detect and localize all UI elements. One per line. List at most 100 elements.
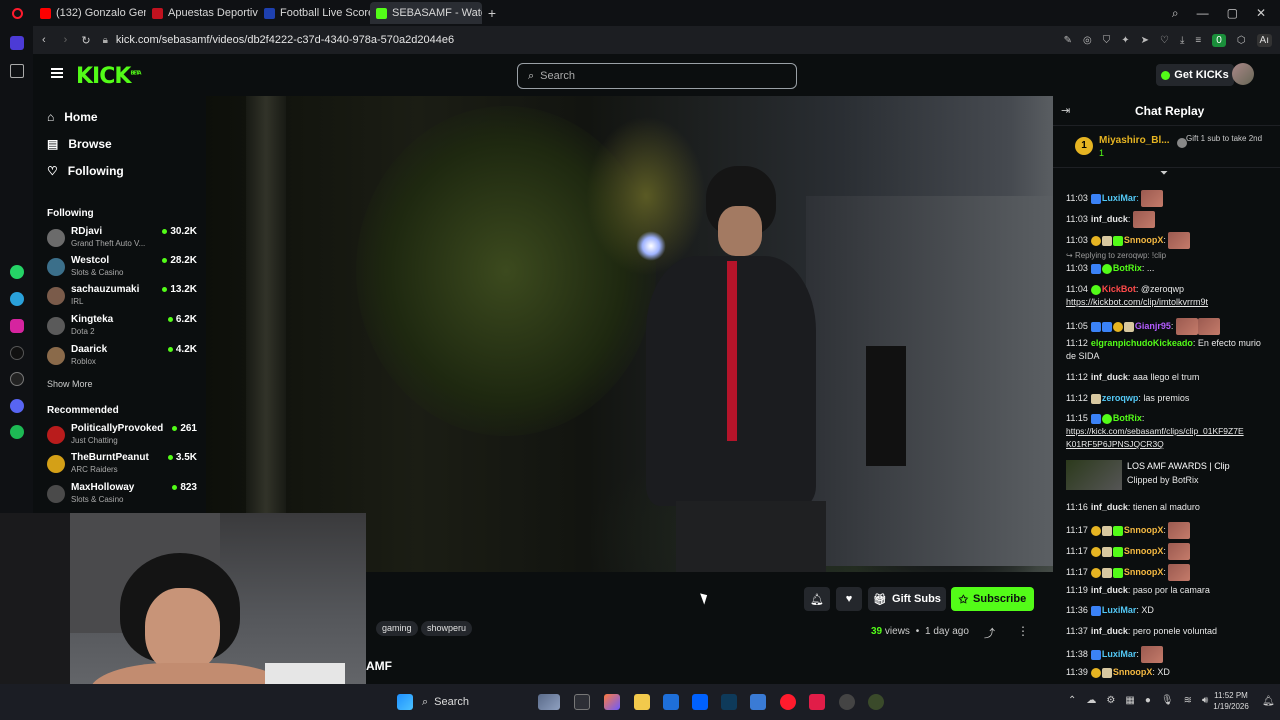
get-kicks-button[interactable]: Get KICKs [1156,64,1234,86]
app-icon[interactable] [809,694,825,710]
app-icon[interactable] [839,694,855,710]
channel-item[interactable]: Westcol Slots & Casino 28.2K [47,255,197,281]
site-icon [152,7,163,19]
heart-icon[interactable]: ♡ [1160,35,1169,46]
search-tabs-icon[interactable]: ⌕ [1172,6,1179,21]
chat-panel: ⇥ Chat Replay 1 Miyashiro_Bl... 1 Gift 1… [1053,96,1280,684]
task-view-icon[interactable] [574,694,590,710]
emote [1197,318,1220,335]
tab-youtube[interactable]: (132) Gonzalo Genek [34,2,146,24]
follow-button[interactable]: ♥ [836,587,862,611]
nav-browse[interactable]: ▤ Browse [47,137,112,151]
notification-icon[interactable]: 🔔︎ [1262,696,1275,707]
url-field[interactable]: kick.com/sebasamf/videos/db2f4222-c37d-4… [116,34,454,46]
hamburger-icon[interactable] [51,68,63,78]
channel-item[interactable]: sachauzumaki IRL 13.2K [47,284,197,310]
edit-icon[interactable]: ✎ [1064,35,1072,46]
whatsapp-icon[interactable] [10,265,24,279]
opera-icon[interactable] [780,694,796,710]
nav-home[interactable]: ⌂ Home [47,110,98,124]
mic-icon[interactable]: 🎙︎ [1161,695,1174,706]
spotify-icon[interactable] [10,425,24,439]
tag-chip[interactable]: gaming [376,621,418,636]
app-icon[interactable] [750,694,766,710]
back-icon[interactable]: ‹ [42,34,46,46]
windows-start-icon[interactable] [397,694,413,710]
kick-sidebar: ⌂ Home ▤ Browse ♡ Following Following RDjav… [33,96,206,516]
cube-icon[interactable]: ⬡ [1237,35,1246,46]
tab-kick[interactable]: SEBASAMF - Watch th ✕ [370,2,482,24]
copilot-icon[interactable] [604,694,620,710]
pin-icon[interactable] [10,64,24,78]
nav-following[interactable]: ♡ Following [47,164,124,178]
collapse-chat-icon[interactable]: ⇥ [1061,104,1070,117]
share-icon[interactable]: ⤴ [984,625,995,641]
clip-card[interactable]: LOS AMF AWARDS | Clip Clipped by BotRix [1066,458,1276,492]
menu-icon[interactable]: ≡ [1195,35,1201,46]
channel-item[interactable]: MaxHolloway Slots & Casino 823 [47,482,197,508]
tray-icon[interactable]: ▦ [1125,695,1134,706]
tag-chip[interactable]: showperu [421,621,473,636]
kick-logo[interactable]: KICKBETA [76,64,142,89]
home-icon[interactable] [10,36,24,50]
discord-icon[interactable] [10,399,24,413]
file-explorer-icon[interactable] [634,694,650,710]
more-options-icon[interactable]: ⋮ [1017,624,1029,638]
channel-item[interactable]: Daarick Roblox 4.2K [47,344,197,370]
ai-icon[interactable]: Aı [1256,33,1272,47]
clock[interactable]: 11:52 PM 1/19/2026 [1206,690,1256,712]
close-window-icon[interactable]: ✕ [1256,6,1266,21]
shield-icon[interactable]: ⛉ [1103,35,1111,46]
channel-item[interactable]: Kingteka Dota 2 6.2K [47,314,197,340]
notification-button[interactable]: 🔔︎ [804,587,830,611]
channel-item[interactable]: RDjavi Grand Theft Auto V... 30.2K [47,226,197,252]
subscribe-button[interactable]: ✩ Subscribe [951,587,1034,611]
wifi-icon[interactable]: ≋ [1184,695,1192,706]
youtube-icon [40,7,51,19]
search-input[interactable]: ⌕ Search [517,63,797,89]
tray-icon[interactable]: ● [1145,695,1151,706]
gift-subs-button[interactable]: 🎁︎ Gift Subs [868,587,946,611]
extension-icon[interactable]: ✦ [1121,35,1129,46]
vscode-icon[interactable] [721,694,737,710]
badge [1101,235,1112,246]
filter-icon[interactable]: ⏷ [1160,168,1168,179]
gift-badge [1090,235,1101,246]
dropbox-icon[interactable] [692,694,708,710]
download-icon[interactable]: ⤓ [1180,35,1184,46]
camera-icon[interactable]: ◎ [1083,35,1092,46]
tray-icon[interactable]: ☁ [1086,695,1096,706]
maximize-icon[interactable]: ▢ [1227,6,1238,21]
tab-apuestas[interactable]: Apuestas Deportivas - Ca [146,2,258,24]
new-tab-button[interactable]: + [482,5,502,21]
telegram-icon[interactable] [10,292,24,306]
show-more-link[interactable]: Show More [47,379,93,389]
tiktok-icon[interactable] [10,346,24,360]
clip-title: LOS AMF AWARDS | Clip [1127,461,1230,471]
channel-item[interactable]: TheBurntPeanut ARC Raiders 3.5K [47,452,197,478]
reload-icon[interactable]: ↻ [81,34,90,47]
minimize-icon[interactable]: — [1197,6,1209,21]
instagram-icon[interactable] [10,319,24,333]
opera-menu-icon[interactable] [0,2,34,24]
chevron-up-icon[interactable]: ⌃ [1068,695,1076,706]
vpn-badge[interactable]: 0 [1212,33,1226,47]
chat-link[interactable]: https://kickbot.com/clip/imtolkvrrm9t [1066,297,1276,307]
emote [1141,190,1164,207]
widget-icon[interactable] [538,694,560,710]
store-icon[interactable] [663,694,679,710]
chat-link[interactable]: https://kick.com/sebasamf/clips/clip_01K… [1066,426,1276,436]
get-kicks-label: Get KICKs [1174,69,1229,81]
avatar[interactable] [1232,63,1254,85]
chat-message: 11:38 LuxiMar: [1066,646,1276,663]
app-icon[interactable] [868,694,884,710]
tray-icon[interactable]: ⚙ [1106,695,1115,706]
video-player[interactable] [206,96,1053,572]
channel-category: Grand Theft Auto V... [71,239,146,248]
forward-icon[interactable]: › [64,34,68,46]
tab-football[interactable]: Football Live Scores, Fixtu [258,2,370,24]
x-icon[interactable] [10,372,24,386]
channel-item[interactable]: PoliticallyProvoked Just Chatting 261 [47,423,197,449]
send-icon[interactable]: ➤ [1141,35,1149,46]
chat-link[interactable]: K01RF5P6JPNSJQCR3Q [1066,439,1276,449]
